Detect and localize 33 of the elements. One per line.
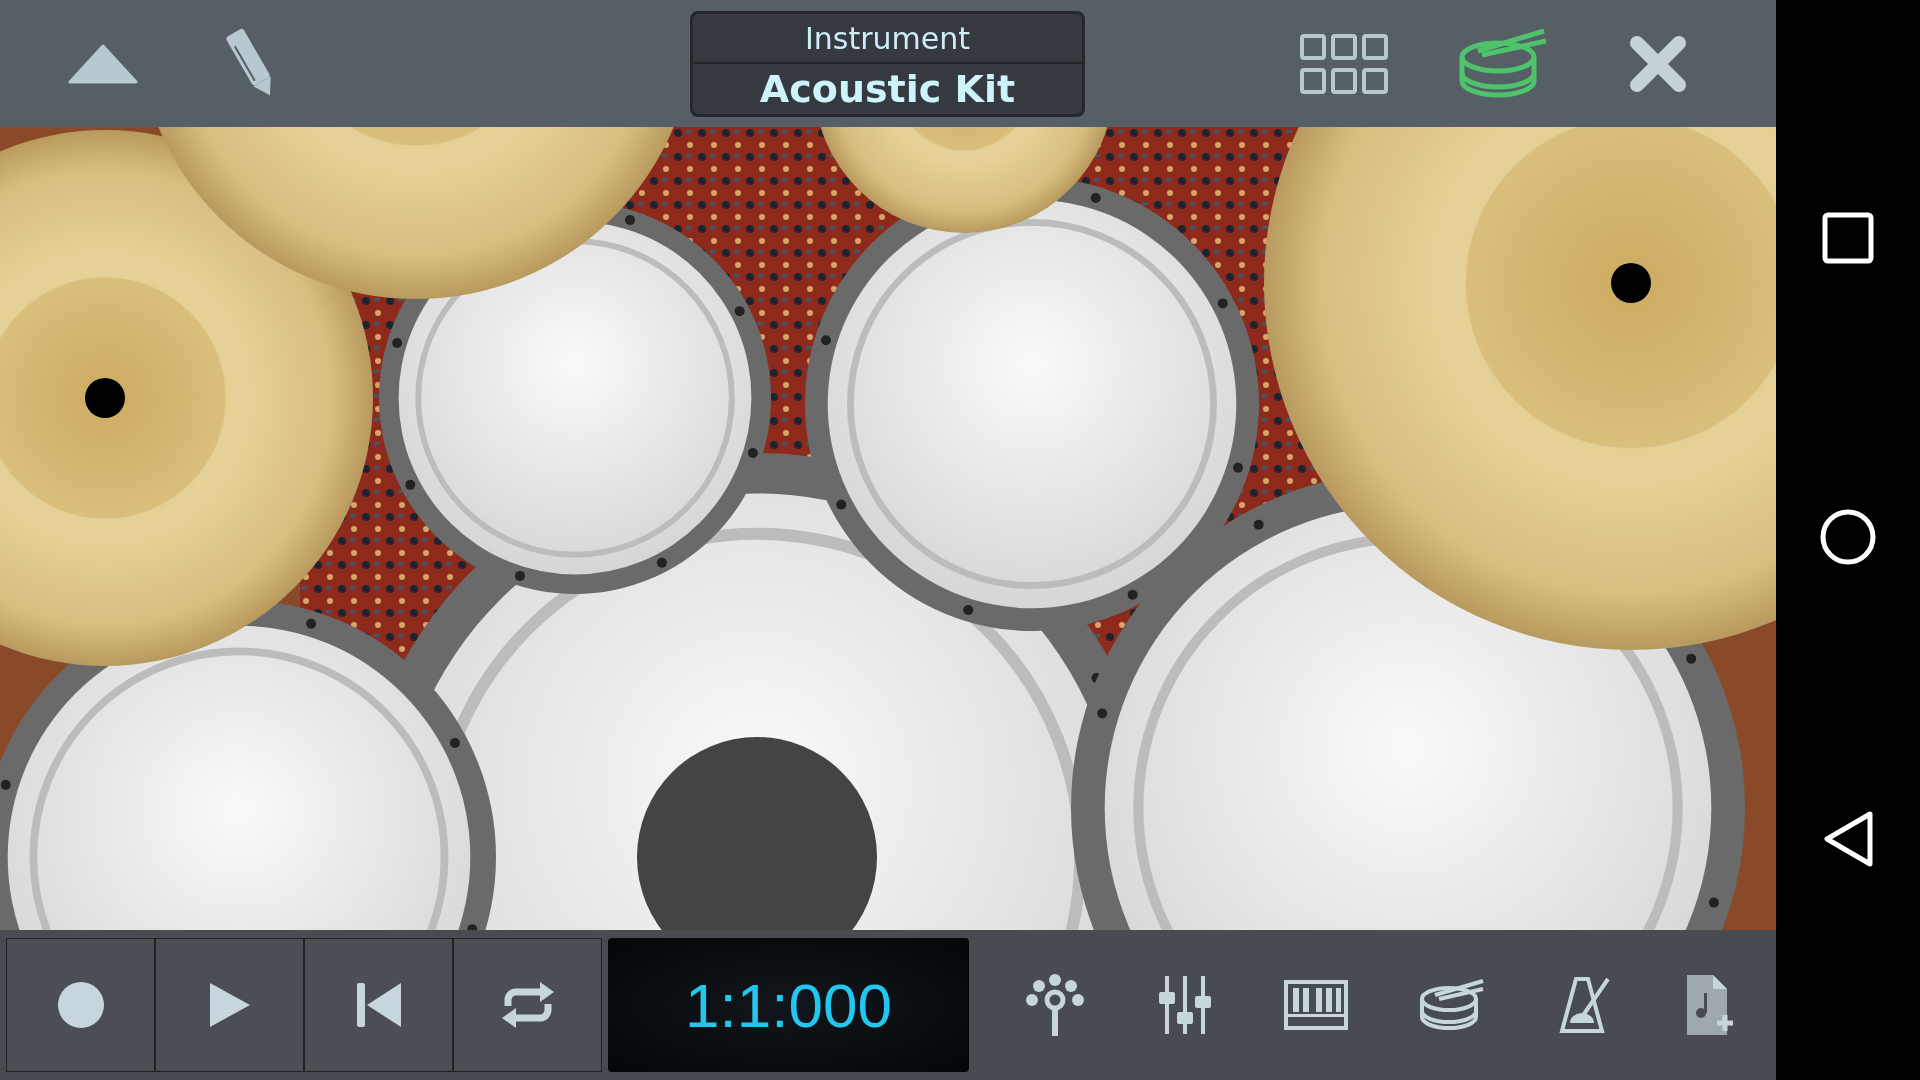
back-triangle-icon — [1822, 809, 1874, 868]
record-icon — [56, 981, 105, 1029]
close-button[interactable] — [1628, 33, 1688, 94]
play-icon — [207, 981, 252, 1029]
sliders-icon — [1157, 974, 1214, 1036]
record-button[interactable] — [6, 938, 155, 1072]
drum-icon — [1418, 977, 1485, 1033]
add-song-button[interactable] — [1684, 973, 1735, 1037]
home-button[interactable] — [1820, 509, 1876, 565]
square-icon — [1822, 212, 1874, 265]
mixer-button[interactable] — [1157, 974, 1214, 1036]
triangle-up-icon — [68, 43, 138, 84]
circle-icon — [1820, 509, 1876, 565]
skip-back-icon — [354, 981, 403, 1029]
back-button[interactable] — [1822, 809, 1874, 868]
collapse-button[interactable] — [68, 43, 138, 84]
piano-keys-icon — [1284, 980, 1349, 1030]
rewind-button[interactable] — [304, 938, 453, 1072]
grid-icon — [1300, 33, 1388, 94]
instrument-selector[interactable]: Instrument Acoustic Kit — [690, 11, 1085, 117]
effects-button[interactable] — [1024, 974, 1087, 1036]
music-file-icon — [1684, 973, 1735, 1037]
keyboard-button[interactable] — [1284, 980, 1349, 1030]
play-button[interactable] — [155, 938, 304, 1072]
drums-button[interactable] — [1418, 977, 1485, 1033]
overview-button[interactable] — [1822, 212, 1874, 265]
instrument-label: Instrument — [693, 14, 1082, 64]
instrument-name: Acoustic Kit — [758, 66, 1017, 113]
loop-button[interactable] — [453, 938, 602, 1072]
close-icon — [1628, 33, 1688, 94]
grid-view-button[interactable] — [1300, 33, 1388, 94]
flower-icon — [1024, 974, 1087, 1036]
time-display: 1:1:000 — [608, 938, 969, 1072]
